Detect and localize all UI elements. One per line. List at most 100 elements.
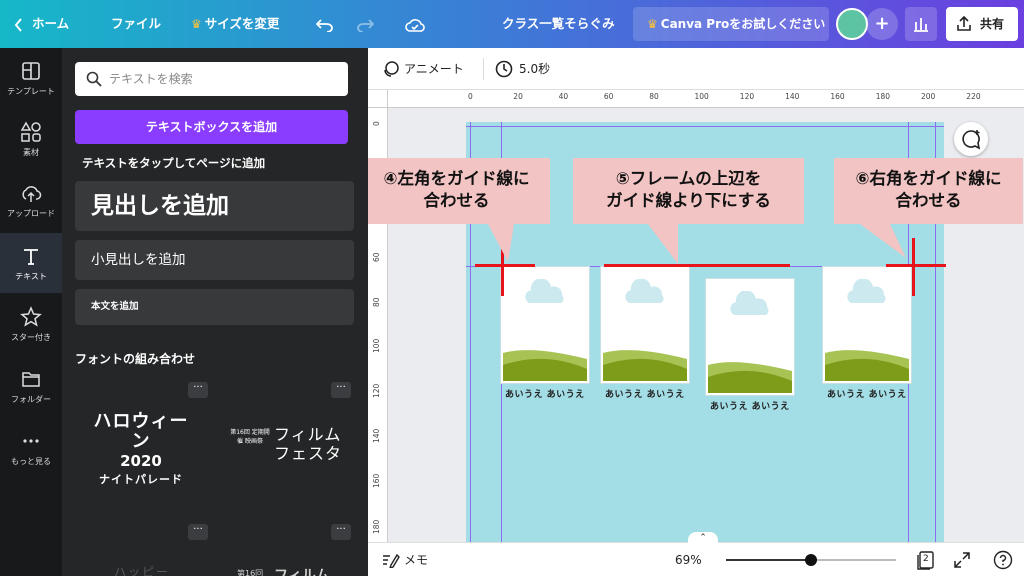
try-pro-label: Canva Proをお試しください: [660, 17, 826, 31]
combo-line: 2020: [120, 452, 162, 470]
photo-frame[interactable]: [501, 267, 589, 383]
ruler-tick-label: 100: [372, 338, 381, 353]
comment-add-icon: [962, 130, 981, 150]
resize-button[interactable]: ♛ サイズを変更: [191, 0, 279, 48]
horizontal-ruler[interactable]: 0 20 40 60 80 100 120 140 160 180 200 220: [388, 90, 1024, 108]
rail-item-text[interactable]: テキスト: [0, 233, 62, 293]
cloud-check-icon: [405, 18, 425, 32]
ruler-tick-label: 100: [694, 92, 709, 101]
ruler-tick-label: 160: [372, 474, 381, 489]
top-bar: ホーム ファイル ♛ サイズを変更 クラス一覧そらぐみ ♛ Canva Proをお試…: [0, 0, 1024, 48]
insights-button[interactable]: [905, 7, 937, 41]
callout-line: ④左角をガイド線に: [383, 169, 530, 188]
duration-button[interactable]: 5.0秒: [495, 48, 550, 90]
combo-line: フィルム: [274, 425, 342, 444]
undo-button[interactable]: [315, 0, 334, 48]
ruler-tick-label: 40: [558, 92, 569, 101]
redo-button[interactable]: [356, 0, 375, 48]
rail-item-uploads[interactable]: アップロード: [0, 170, 62, 230]
ruler-tick-label: 180: [372, 519, 381, 534]
rail-label: フォルダー: [11, 395, 51, 404]
crown-icon: ♛: [191, 17, 202, 31]
cloud-icon: [847, 279, 886, 303]
font-combo-happy[interactable]: ハッピー: [114, 563, 170, 576]
help-icon: [993, 550, 1013, 570]
home-button[interactable]: ホーム: [14, 0, 69, 48]
save-status[interactable]: [405, 0, 425, 48]
ruler-tick-label: 160: [830, 92, 845, 101]
rail-item-templates[interactable]: テンプレート: [0, 48, 62, 108]
rail-item-more[interactable]: もっと見る: [0, 418, 62, 478]
add-textbox-button[interactable]: テキストボックスを追加: [75, 110, 348, 144]
font-combo-halloween[interactable]: ハロウィーン 2020 ナイトパレード: [86, 412, 196, 490]
zoom-slider-fill: [726, 559, 811, 561]
add-heading-button[interactable]: 見出しを追加: [75, 181, 354, 231]
font-combo-film[interactable]: フィルム: [274, 565, 329, 576]
rail-item-elements[interactable]: 素材: [0, 109, 62, 169]
animate-button[interactable]: アニメート: [382, 48, 464, 90]
hills-image: [708, 362, 792, 393]
share-button[interactable]: 共有: [946, 7, 1018, 41]
callout-line: ガイド線より下にする: [606, 191, 771, 210]
cloud-icon: [730, 291, 769, 315]
document-title[interactable]: クラス一覧そらぐみ: [502, 0, 615, 48]
ruler-tick-label: 80: [649, 92, 659, 101]
guide-line[interactable]: [466, 126, 944, 127]
frame-caption[interactable]: あいうえ あいうえ: [827, 387, 907, 400]
rail-item-folders[interactable]: フォルダー: [0, 356, 62, 416]
font-combinations-heading: フォントの組み合わせ: [75, 352, 196, 366]
elements-icon: [20, 121, 41, 142]
folder-icon: [22, 372, 40, 387]
add-body-text-button[interactable]: 本文を追加: [75, 289, 354, 325]
combo-line: ナイトパレード: [99, 473, 183, 486]
notes-label: メモ: [404, 553, 429, 567]
bar-chart-icon: [914, 18, 928, 32]
ruler-tick-label: 220: [966, 92, 981, 101]
add-comment-button[interactable]: [954, 122, 988, 156]
frame-caption[interactable]: あいうえ あいうえ: [710, 399, 790, 412]
combo-line: ハロウィーン: [93, 411, 189, 452]
ruler-tick-label: 140: [785, 92, 800, 101]
callout-right-corner: ⑥右角をガイド線に 合わせる: [834, 158, 1023, 224]
add-collaborator-button[interactable]: +: [866, 8, 898, 40]
add-subheading-button[interactable]: 小見出しを追加: [75, 240, 354, 280]
callout-top-edge: ⑤フレームの上辺を ガイド線より下にする: [573, 158, 804, 224]
animate-label: アニメート: [404, 62, 464, 76]
frame-caption[interactable]: あいうえ あいうえ: [605, 387, 685, 400]
search-input[interactable]: テキストを検索: [75, 62, 348, 96]
annotation-line: [501, 238, 504, 296]
side-rail: テンプレート 素材 アップロード テキスト スター付き フォルダー もっと見る: [0, 48, 62, 576]
photo-frame[interactable]: [823, 267, 911, 383]
page-count-button[interactable]: 2: [916, 550, 936, 570]
text-panel: テキストを検索 テキストボックスを追加 テキストをタップしてページに追加 見出し…: [62, 48, 368, 576]
avatar[interactable]: [836, 8, 868, 40]
ruler-tick-label: 200: [921, 92, 936, 101]
plus-icon: +: [874, 13, 890, 34]
combo-more-button[interactable]: ···: [188, 524, 208, 540]
font-combo-small-text[interactable]: 第16回: [237, 568, 263, 576]
combo-more-button[interactable]: ···: [331, 382, 351, 398]
file-menu[interactable]: ファイル: [111, 0, 161, 48]
combo-more-button[interactable]: ···: [331, 524, 351, 540]
zoom-slider-handle[interactable]: [805, 554, 817, 566]
zoom-percentage[interactable]: 69%: [675, 543, 702, 576]
notes-button[interactable]: メモ: [382, 543, 428, 576]
rail-label: 素材: [23, 148, 39, 157]
ruler-tick-label: 120: [739, 92, 755, 101]
photo-frame[interactable]: [601, 267, 689, 383]
try-pro-button[interactable]: ♛ Canva Proをお試しください: [633, 7, 829, 41]
photo-frame[interactable]: [706, 279, 794, 395]
more-icon: [23, 439, 39, 443]
hills-image: [825, 350, 909, 381]
rail-label: もっと見る: [11, 457, 51, 466]
chevron-up-icon: ⌃: [699, 533, 707, 543]
fullscreen-button[interactable]: [953, 551, 971, 569]
template-icon: [22, 62, 40, 80]
zoom-slider[interactable]: [726, 554, 896, 566]
help-button[interactable]: [993, 550, 1013, 570]
combo-more-button[interactable]: ···: [188, 382, 208, 398]
rail-item-starred[interactable]: スター付き: [0, 294, 62, 354]
notes-icon: [383, 553, 400, 568]
animate-icon: [384, 61, 399, 77]
frame-caption[interactable]: あいうえ あいうえ: [505, 387, 585, 400]
